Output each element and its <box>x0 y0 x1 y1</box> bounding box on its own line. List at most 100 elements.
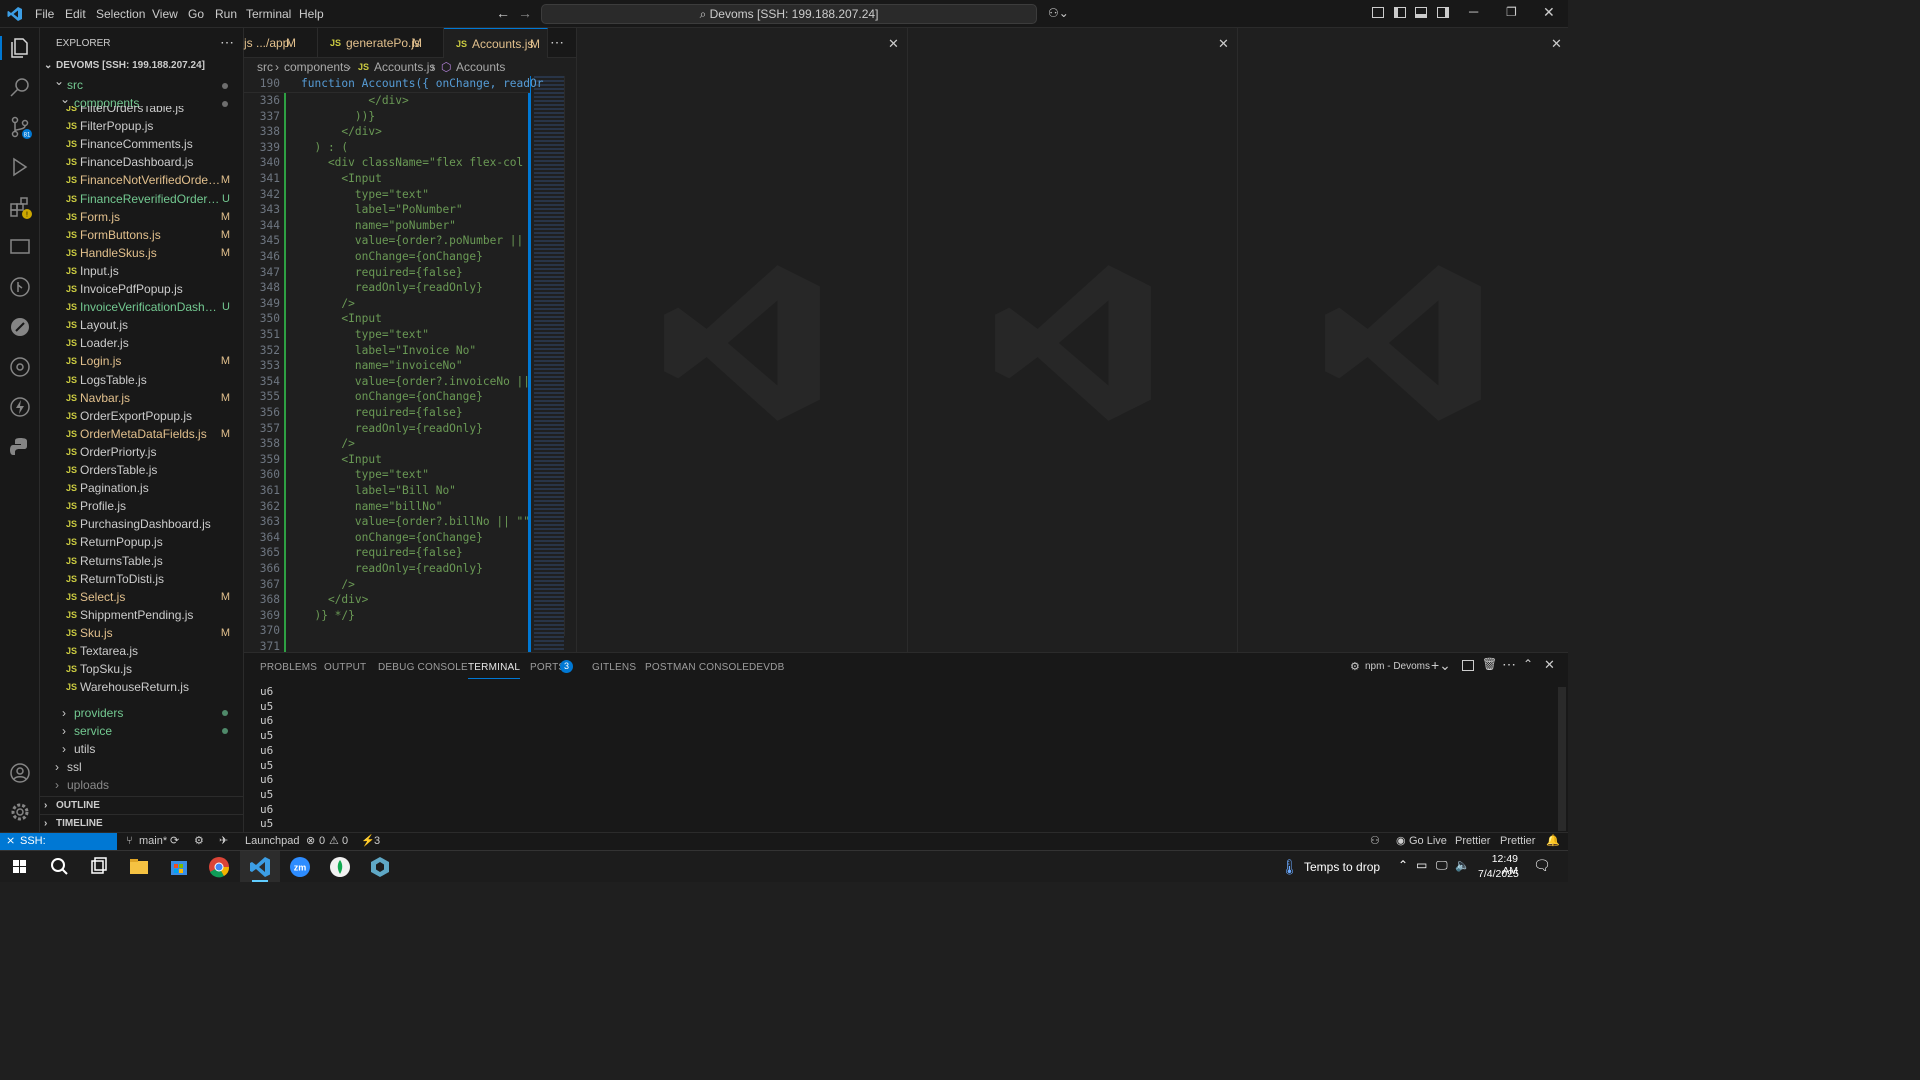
file-item[interactable]: JS OrderExportPopup.js <box>40 407 244 425</box>
breadcrumb-file[interactable]: Accounts.js <box>374 58 435 76</box>
run-debug-icon[interactable] <box>8 155 32 179</box>
file-item[interactable]: JS HandleSkus.js M <box>40 244 244 262</box>
workspace-root[interactable]: ⌄ DEVOMS [SSH: 199.188.207.24] <box>40 57 244 75</box>
vscode-taskbar-icon[interactable] <box>246 855 274 879</box>
file-item[interactable]: JS FinanceNotVerifiedOrderTa... M <box>40 171 244 189</box>
battery-icon[interactable]: ▭ <box>1416 858 1427 872</box>
file-item[interactable]: JS OrderPriorty.js <box>40 443 244 461</box>
toggle-secondary-sidebar-icon[interactable] <box>1437 7 1449 18</box>
file-item[interactable]: JSFinanceReverifiedOrderTabl...U <box>40 190 244 208</box>
close-group-icon[interactable]: ✕ <box>1218 36 1229 52</box>
tab-terminal[interactable]: TERMINAL <box>468 662 521 679</box>
maximize-panel-icon[interactable]: ⌃ <box>1523 657 1533 671</box>
new-terminal-icon[interactable]: +⌄ <box>1431 657 1451 674</box>
file-item[interactable]: JS InvoicePdfPopup.js <box>40 280 244 298</box>
code-editor[interactable]: 190 function Accounts({ onChange, readOr… <box>244 76 576 652</box>
file-item[interactable]: JS LogsTable.js <box>40 371 244 389</box>
terminal-instance-label[interactable]: npm - Devoms <box>1365 661 1430 672</box>
menu-run[interactable]: Run <box>215 7 237 21</box>
menu-file[interactable]: File <box>35 7 54 21</box>
file-item[interactable]: JS Pagination.js <box>40 479 244 497</box>
file-item[interactable]: JS Form.js M <box>40 208 244 226</box>
taskbar-search-icon[interactable] <box>46 855 74 879</box>
terminal-output[interactable]: u6 u5 u6 u5 u6 u5 u6 u5 u6 u5 <box>244 685 1554 831</box>
minimize-icon[interactable]: ─ <box>1469 4 1478 19</box>
file-item[interactable]: JS TopSku.js <box>40 660 244 678</box>
chrome-icon[interactable] <box>205 855 233 879</box>
python-icon[interactable] <box>8 435 32 459</box>
gitlens-status-icon[interactable]: ⚙ <box>194 833 204 850</box>
toggle-sidebar-icon[interactable] <box>1394 7 1406 18</box>
app-hex-icon[interactable] <box>366 855 394 879</box>
error-count[interactable]: 0 <box>319 833 325 850</box>
file-item[interactable]: JS Sku.js M <box>40 624 244 642</box>
weather-text[interactable]: Temps to drop <box>1304 860 1380 874</box>
tab-devdb[interactable]: DEVDB <box>749 662 784 673</box>
clock-date[interactable]: 7/4/2025 <box>1478 868 1519 880</box>
network-icon[interactable]: 🖵 <box>1436 858 1448 873</box>
file-item[interactable]: JS FinanceComments.js <box>40 135 244 153</box>
folder-providers[interactable]: › providers <box>40 704 244 722</box>
file-item[interactable]: JS OrderMetaDataFields.js M <box>40 425 244 443</box>
customize-layout-icon[interactable] <box>1372 7 1384 18</box>
tab-app[interactable]: js .../app M <box>244 28 318 58</box>
file-item[interactable]: JS FilterOrdersTable.js <box>40 106 244 117</box>
launchpad-label[interactable]: Launchpad <box>245 833 299 850</box>
folder-uploads[interactable]: › uploads <box>40 776 244 794</box>
menu-help[interactable]: Help <box>299 7 324 21</box>
task-view-icon[interactable] <box>85 855 113 879</box>
zoom-icon[interactable]: zm <box>286 855 314 879</box>
mongodb-compass-icon[interactable] <box>326 855 354 879</box>
tab-problems[interactable]: PROBLEMS <box>260 662 317 673</box>
volume-muted-icon[interactable]: 🔈 <box>1455 858 1470 872</box>
copilot-icon[interactable]: ⚇⌄ <box>1048 6 1069 20</box>
forward-arrow-icon[interactable]: → <box>518 5 532 21</box>
menu-go[interactable]: Go <box>188 7 204 21</box>
branch-label[interactable]: main* <box>139 833 167 850</box>
close-panel-icon[interactable]: ✕ <box>1544 657 1555 673</box>
tab-postman-console[interactable]: POSTMAN CONSOLE <box>645 662 749 673</box>
prettier-status-1[interactable]: Prettier <box>1455 833 1490 850</box>
windows-start-icon[interactable] <box>6 855 34 879</box>
docker-icon[interactable] <box>8 355 32 379</box>
menu-edit[interactable]: Edit <box>65 7 86 21</box>
back-arrow-icon[interactable]: ← <box>496 5 510 21</box>
file-item[interactable]: JS OrdersTable.js <box>40 461 244 479</box>
file-item[interactable]: JS Select.js M <box>40 588 244 606</box>
source-control-icon[interactable]: 81 <box>8 115 32 139</box>
close-window-icon[interactable]: ✕ <box>1543 4 1555 21</box>
file-item[interactable]: JS Profile.js <box>40 497 244 515</box>
split-terminal-icon[interactable] <box>1462 660 1474 671</box>
explorer-icon[interactable] <box>8 36 32 60</box>
folder-utils[interactable]: › utils <box>40 740 244 758</box>
breadcrumb-symbol[interactable]: Accounts <box>456 58 505 76</box>
extensions-icon[interactable]: ! <box>8 195 32 219</box>
file-explorer-icon[interactable] <box>125 855 153 879</box>
thunder-client-icon[interactable] <box>8 395 32 419</box>
close-group-icon[interactable]: ✕ <box>888 36 899 52</box>
sync-icon[interactable]: ⟳ <box>170 833 179 850</box>
restore-icon[interactable]: ❐ <box>1506 5 1517 19</box>
file-item[interactable]: JS ReturnToDisti.js <box>40 570 244 588</box>
menu-view[interactable]: View <box>152 7 178 21</box>
folder-service[interactable]: › service <box>40 722 244 740</box>
file-item[interactable]: JS Login.js M <box>40 352 244 370</box>
close-group-icon[interactable]: ✕ <box>1551 36 1562 52</box>
file-item[interactable]: JS FormButtons.js M <box>40 226 244 244</box>
notification-center-icon[interactable]: 🗨 <box>1533 857 1551 874</box>
breadcrumb-src[interactable]: src <box>257 58 273 76</box>
tab-output[interactable]: OUTPUT <box>324 662 366 673</box>
sticky-scroll[interactable]: 190 function Accounts({ onChange, readOr <box>244 76 543 93</box>
folder-ssl[interactable]: › ssl <box>40 758 244 776</box>
trash-icon[interactable]: 🗑 <box>1482 657 1497 671</box>
go-live-button[interactable]: Go Live <box>1409 833 1447 850</box>
file-item[interactable]: JS ReturnPopup.js <box>40 533 244 551</box>
tab-debug-console[interactable]: DEBUG CONSOLE <box>378 662 468 673</box>
command-center[interactable]: ⌕ Devoms [SSH: 199.188.207.24] <box>541 4 1037 24</box>
microsoft-store-icon[interactable] <box>165 855 193 879</box>
file-item[interactable]: JS InvoiceVerificationDashboa... U <box>40 298 244 316</box>
folder-src[interactable]: ⌄ src <box>40 76 244 94</box>
settings-gear-icon[interactable] <box>8 800 32 824</box>
tab-generatepo[interactable]: JS generatePo.js M <box>318 28 444 58</box>
tab-gitlens[interactable]: GITLENS <box>592 662 636 673</box>
